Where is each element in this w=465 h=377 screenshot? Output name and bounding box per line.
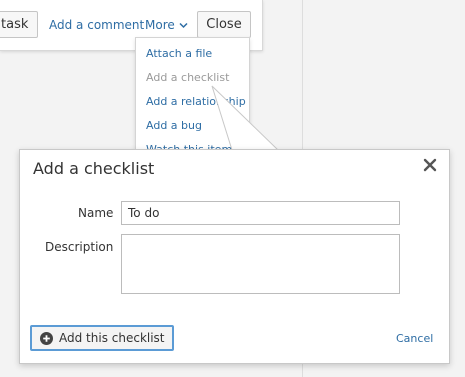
add-comment-link[interactable]: Add a comment (49, 18, 144, 32)
more-menu-button[interactable]: More (145, 18, 188, 32)
menu-item-add-relationship[interactable]: Add a relationship (146, 95, 246, 108)
name-label: Name (78, 206, 114, 220)
chevron-down-icon (179, 22, 188, 28)
plus-circle-icon (40, 331, 53, 345)
menu-item-attach-file[interactable]: Attach a file (146, 47, 212, 60)
cancel-link[interactable]: Cancel (396, 332, 433, 345)
add-checklist-button[interactable]: Add this checklist (30, 325, 174, 351)
description-label: Description (45, 240, 114, 254)
add-checklist-dialog: Add a checklist Name To do Description A… (19, 149, 450, 364)
dialog-title: Add a checklist (33, 159, 155, 178)
add-checklist-button-label: Add this checklist (59, 331, 165, 345)
description-textarea[interactable] (121, 234, 400, 294)
close-button[interactable]: Close (197, 11, 251, 38)
more-label: More (145, 18, 175, 32)
name-input[interactable]: To do (121, 201, 400, 225)
menu-item-add-checklist: Add a checklist (146, 71, 230, 84)
close-icon[interactable] (422, 157, 438, 173)
task-button[interactable]: task (0, 11, 38, 38)
menu-item-add-bug[interactable]: Add a bug (146, 119, 202, 132)
